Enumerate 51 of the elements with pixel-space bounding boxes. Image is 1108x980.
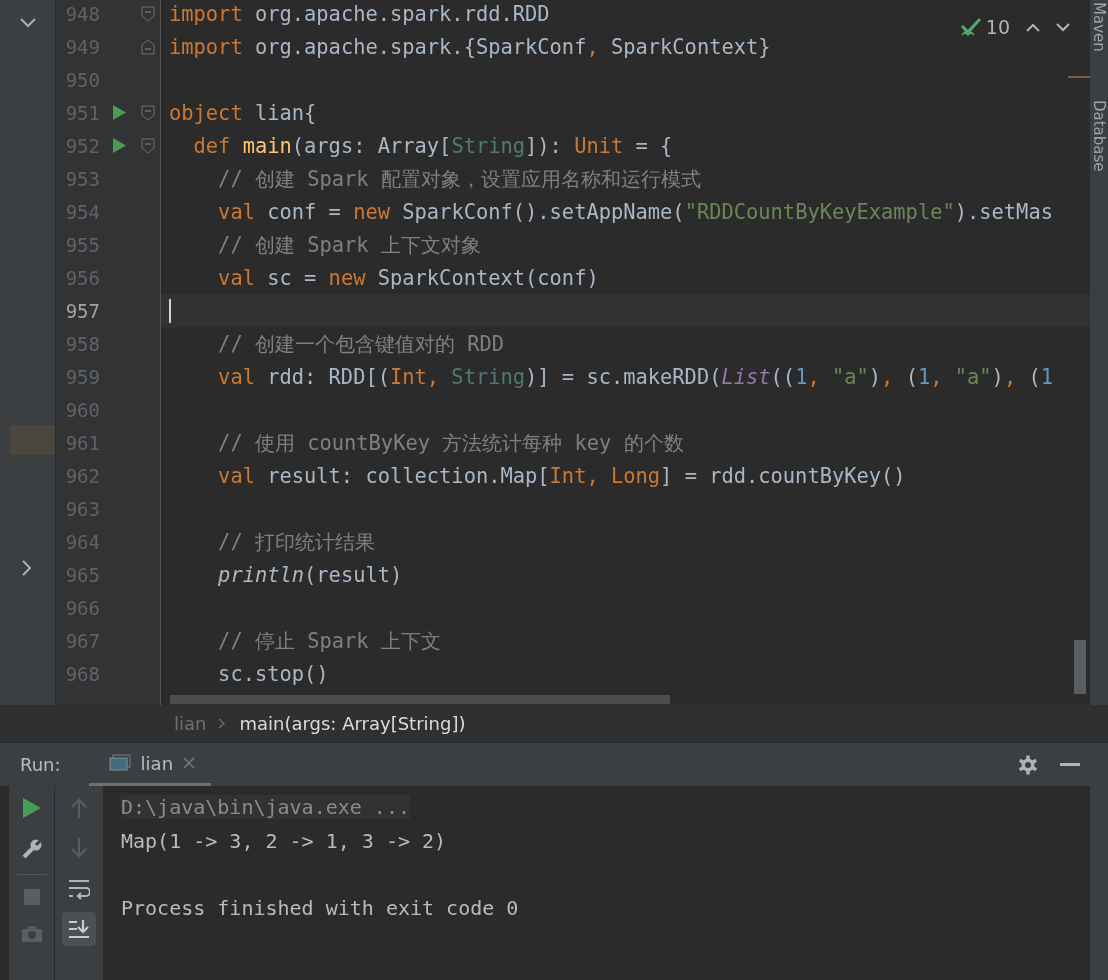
soft-wrap-icon[interactable] (68, 878, 90, 900)
code-line: // 打印统计结果 (217, 528, 375, 556)
chevron-down-icon[interactable] (1056, 22, 1070, 32)
side-tab[interactable]: Database (1090, 100, 1108, 172)
run-icon[interactable] (22, 798, 41, 818)
chevron-right-icon[interactable] (22, 560, 32, 576)
code-line: import org.apache.spark.{SparkConf, SparkContext} (169, 34, 771, 59)
error-stripe-mark (1068, 76, 1090, 78)
fold-icon[interactable] (141, 38, 155, 55)
run-icon[interactable] (112, 138, 126, 153)
code-line: println(result) (217, 562, 403, 587)
settings-icon[interactable] (1018, 754, 1038, 775)
breadcrumb-item[interactable]: main(args: Array[String]) (239, 713, 466, 734)
chevron-down-icon[interactable] (20, 18, 36, 28)
inspection-count[interactable]: 10 (985, 16, 1010, 38)
scroll-to-end-icon (68, 919, 90, 939)
close-icon[interactable] (183, 757, 196, 769)
panel-title: Run: (20, 754, 61, 775)
code-line: import org.apache.spark.rdd.RDD (169, 1, 550, 26)
code-line: // 创建 Spark 上下文对象 (217, 231, 481, 259)
code-line: val result: collection.Map[Int, Long] = rdd.countByKey() (217, 463, 906, 488)
code-line: object lian{ (169, 100, 317, 125)
console-line: Map(1 -> 3, 2 -> 1, 3 -> 2) (121, 829, 447, 853)
code-line: // 停止 Spark 上下文 (217, 627, 441, 655)
fold-icon[interactable] (141, 104, 155, 121)
code-line: // 使用 countByKey 方法统计每种 key 的个数 (217, 429, 684, 457)
code-line: val conf = new SparkConf().setAppName("RDDCountByKeyExample").setMas (217, 199, 1053, 224)
fold-icon[interactable] (141, 137, 155, 154)
side-tab[interactable]: Maven (1090, 2, 1108, 52)
code-line: // 创建一个包含键值对的 RDD (217, 330, 505, 358)
console-line: Process finished with exit code 0 (121, 896, 519, 920)
chevron-right-icon (218, 718, 226, 729)
line-number: 957 (64, 299, 100, 322)
wrench-icon[interactable] (20, 838, 43, 860)
code-line: // 创建 Spark 配置对象，设置应用名称和运行模式 (217, 165, 701, 193)
vertical-scrollbar-thumb[interactable] (1074, 640, 1086, 694)
code-line: sc.stop() (217, 661, 329, 686)
horizontal-scrollbar-thumb[interactable] (170, 695, 670, 704)
minimize-icon[interactable] (1060, 762, 1080, 767)
check-icon[interactable] (959, 17, 982, 37)
chevron-up-icon[interactable] (1026, 22, 1040, 32)
code-line: def main(args: Array[String]): Unit = { (192, 133, 673, 158)
run-icon[interactable] (112, 105, 126, 120)
fold-icon[interactable] (141, 5, 155, 22)
scroll-to-end-button[interactable] (62, 912, 96, 946)
code-line: val rdd: RDD[(Int, String)] = sc.makeRDD(List((1, "a"), (1, "a"), (1 (217, 364, 1053, 389)
run-tab[interactable]: lian (140, 752, 174, 774)
window-icon (108, 754, 131, 772)
code-editor[interactable] (56, 0, 1090, 705)
code-line: val sc = new SparkContext(conf) (217, 265, 599, 290)
selected-item-highlight (10, 425, 55, 455)
